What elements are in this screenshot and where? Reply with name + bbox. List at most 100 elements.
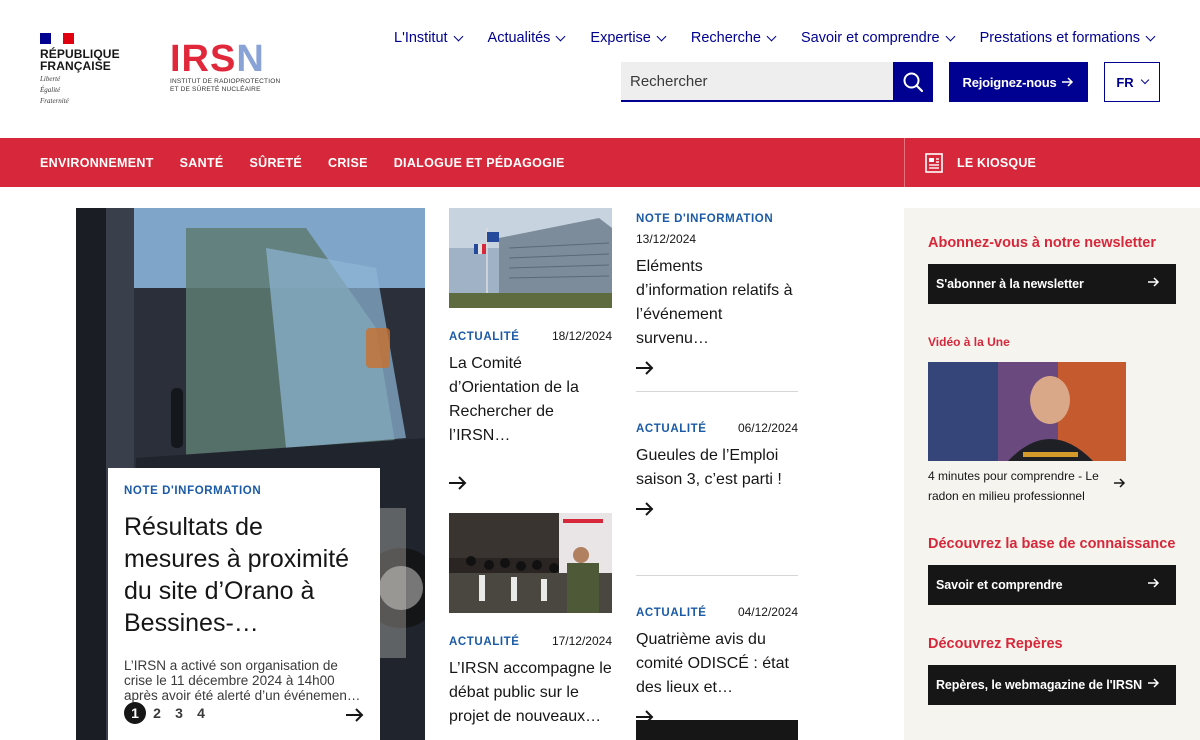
nav-item-savoir[interactable]: Savoir et comprendre — [801, 30, 956, 46]
debate-photo — [449, 513, 612, 613]
chevron-down-icon — [453, 31, 463, 41]
nav-label: Expertise — [590, 30, 651, 46]
building-photo — [449, 208, 612, 308]
search-icon — [903, 72, 924, 93]
pager-page-1[interactable]: 1 — [124, 702, 146, 724]
hero-tag: NOTE D'INFORMATION — [124, 485, 262, 497]
news-title[interactable]: Quatrième avis du comité ODISCÉ : état d… — [636, 628, 798, 700]
news-tag: ACTUALITÉ — [449, 331, 520, 343]
video-heading: Vidéo à la Une — [928, 335, 1010, 349]
video-thumbnail[interactable] — [928, 362, 1126, 461]
reperes-heading: Découvrez Repères — [928, 636, 1063, 652]
news-meta: ACTUALITÉ 18/12/2024 — [449, 329, 612, 343]
republique-francaise-logo[interactable]: RÉPUBLIQUE FRANÇAISE Liberté Égalité Fra… — [40, 33, 130, 105]
chevron-down-icon — [1140, 75, 1149, 85]
category-surete[interactable]: SÛRETÉ — [250, 156, 303, 170]
news-meta: ACTUALITÉ 17/12/2024 — [449, 634, 612, 648]
main-nav: L'Institut Actualités Expertise Recherch… — [394, 30, 1156, 46]
newsletter-heading: Abonnez-vous à notre newsletter — [928, 235, 1157, 251]
news-date: 04/12/2024 — [737, 605, 798, 619]
news-tag: ACTUALITÉ — [636, 423, 707, 435]
arrow-right-icon[interactable] — [346, 708, 364, 722]
news-arrow[interactable] — [636, 361, 798, 383]
chevron-down-icon — [555, 31, 566, 41]
language-label: FR — [1116, 74, 1134, 90]
news-item: NOTE D'INFORMATION 13/12/2024 Eléments d… — [636, 213, 798, 392]
pager-page-2[interactable]: 2 — [146, 702, 168, 724]
news-title[interactable]: La Comité d’Orientation de la Rechercher… — [449, 352, 612, 448]
search-button[interactable] — [893, 62, 933, 102]
reperes-button[interactable]: Repères, le webmagazine de l'IRSN — [928, 665, 1176, 705]
news-arrow[interactable] — [636, 502, 798, 524]
nav-label: L'Institut — [394, 30, 448, 46]
irsn-logo[interactable]: IRSN INSTITUT DE RADIOPROTECTION ET DE S… — [170, 40, 285, 98]
chevron-down-icon — [945, 31, 956, 41]
news-thumbnail[interactable] — [449, 208, 612, 308]
irsn-logo-sub-1: INSTITUT DE RADIOPROTECTION — [170, 78, 281, 85]
news-title[interactable]: Gueules de l’Emploi saison 3, c’est part… — [636, 444, 798, 492]
category-crise[interactable]: CRISE — [328, 156, 368, 170]
chevron-down-icon — [766, 31, 777, 41]
motto-egalite: Égalité — [40, 86, 61, 94]
motto-fraternite: Fraternité — [40, 97, 69, 105]
arrow-right-icon — [1062, 77, 1074, 87]
kiosk-label: LE KIOSQUE — [957, 155, 1037, 170]
hero-card[interactable]: NOTE D'INFORMATION Résultats de mesures … — [108, 468, 380, 740]
news-date: 06/12/2024 — [737, 421, 798, 435]
language-selector[interactable]: FR — [1104, 62, 1160, 102]
join-us-label: Rejoignez-nous — [962, 74, 1057, 90]
nav-item-recherche[interactable]: Recherche — [691, 30, 777, 46]
news-thumbnail[interactable] — [449, 513, 612, 613]
newsletter-button-label: S'abonner à la newsletter — [936, 277, 1084, 291]
see-all-news-button[interactable] — [636, 720, 798, 740]
category-dialogue[interactable]: DIALOGUE ET PÉDAGOGIE — [394, 156, 565, 170]
carousel-pager: 1 2 3 4 — [124, 702, 212, 724]
sidebar: Abonnez-vous à notre newsletter S'abonne… — [904, 208, 1200, 740]
arrow-right-icon — [636, 361, 654, 375]
arrow-right-icon — [636, 502, 654, 516]
irsn-logo-sub-2: ET DE SÛRETÉ NUCLÉAIRE — [170, 86, 261, 93]
category-sante[interactable]: SANTÉ — [180, 156, 224, 170]
reperes-button-label: Repères, le webmagazine de l'IRSN — [936, 678, 1142, 692]
arrow-right-icon — [449, 476, 467, 490]
hero-description: L’IRSN a activé son organisation de cris… — [124, 658, 361, 703]
newsletter-subscribe-button[interactable]: S'abonner à la newsletter — [928, 264, 1176, 304]
search-bar — [621, 62, 933, 102]
knowledge-heading: Découvrez la base de connaissance — [928, 536, 1176, 552]
kiosk-link[interactable]: LE KIOSQUE — [904, 138, 1200, 187]
french-flag-icon — [40, 33, 74, 44]
site-header: RÉPUBLIQUE FRANÇAISE Liberté Égalité Fra… — [0, 0, 1200, 138]
arrow-right-icon[interactable] — [1114, 478, 1126, 488]
nav-item-actualites[interactable]: Actualités — [488, 30, 566, 46]
knowledge-button[interactable]: Savoir et comprendre — [928, 565, 1176, 605]
arrow-right-icon — [1148, 578, 1160, 588]
video-caption[interactable]: 4 minutes pour comprendre - Le radon en … — [928, 466, 1108, 506]
category-environnement[interactable]: ENVIRONNEMENT — [40, 156, 154, 170]
nav-item-prestations[interactable]: Prestations et formations — [979, 30, 1156, 46]
news-title[interactable]: L’IRSN accompagne le débat public sur le… — [449, 657, 612, 729]
arrow-right-icon — [1148, 678, 1160, 688]
nav-item-expertise[interactable]: Expertise — [590, 30, 667, 46]
news-tag: ACTUALITÉ — [636, 607, 707, 619]
pager-page-4[interactable]: 4 — [190, 702, 212, 724]
newspaper-icon — [925, 152, 943, 173]
nav-label: Prestations et formations — [979, 30, 1141, 46]
nav-item-institut[interactable]: L'Institut — [394, 30, 463, 46]
news-title[interactable]: Eléments d’information relatifs à l’évén… — [636, 255, 798, 351]
search-input[interactable] — [621, 62, 893, 102]
news-item: ACTUALITÉ 06/12/2024 Gueules de l’Emploi… — [636, 421, 798, 576]
news-item: ACTUALITÉ 04/12/2024 Quatrième avis du c… — [636, 605, 798, 732]
news-column-middle: ACTUALITÉ 18/12/2024 La Comité d’Orienta… — [449, 208, 612, 729]
republique-line-2: FRANÇAISE — [40, 59, 111, 73]
hero-title[interactable]: Résultats de mesures à proximité du site… — [124, 511, 364, 639]
join-us-button[interactable]: Rejoignez-nous — [949, 62, 1088, 102]
news-date: 18/12/2024 — [551, 329, 612, 343]
category-bar: ENVIRONNEMENT SANTÉ SÛRETÉ CRISE DIALOGU… — [0, 138, 1200, 187]
nav-label: Savoir et comprendre — [801, 30, 940, 46]
pager-page-3[interactable]: 3 — [168, 702, 190, 724]
news-column-right: NOTE D'INFORMATION 13/12/2024 Eléments d… — [636, 208, 798, 732]
chevron-down-icon — [1145, 31, 1156, 41]
news-arrow[interactable] — [449, 476, 612, 498]
news-meta: ACTUALITÉ 04/12/2024 — [636, 605, 798, 619]
news-tag: NOTE D'INFORMATION — [636, 213, 774, 225]
